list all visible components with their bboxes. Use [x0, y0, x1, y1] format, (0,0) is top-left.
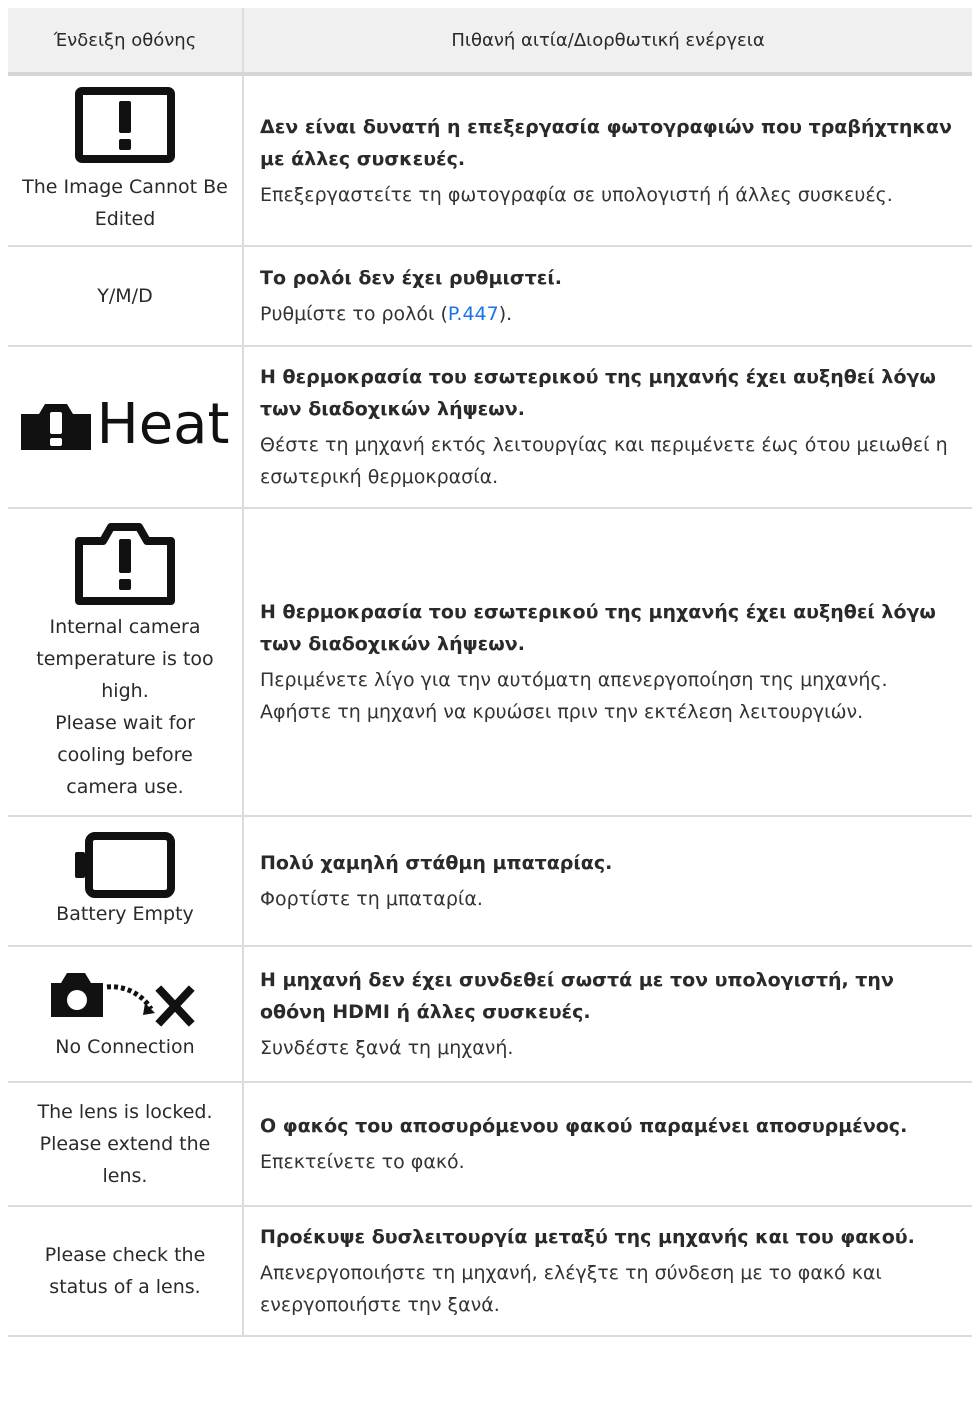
cause-cell: Προέκυψε δυσλειτουργία μεταξύ της μηχανή… — [243, 1206, 972, 1337]
display-cell: No Connection — [8, 946, 244, 1083]
table-row: Heat Η θερμοκρασία του εσωτερικού της μη… — [8, 346, 972, 509]
cause-cell: Η θερμοκρασία του εσωτερικού της μηχανής… — [243, 346, 972, 509]
error-message-table: Ένδειξη οθόνης Πιθανή αιτία/Διορθωτική ε… — [8, 8, 972, 1337]
action-text: Περιμένετε λίγο για την αυτόματη απενεργ… — [260, 669, 888, 691]
warning-screen-icon — [75, 86, 175, 163]
heat-display: Heat — [20, 391, 230, 457]
header-screen-display: Ένδειξη οθόνης — [8, 8, 244, 76]
cause-text: Η θερμοκρασία του εσωτερικού της μηχανής… — [260, 366, 936, 420]
display-cell: Y/M/D — [8, 246, 244, 347]
display-text: lens. — [102, 1165, 148, 1187]
header-cause-action: Πιθανή αιτία/Διορθωτική ενέργεια — [243, 8, 972, 76]
action-text: Συνδέστε ξανά τη μηχανή. — [260, 1037, 514, 1059]
heat-warning-icon — [20, 403, 91, 450]
table-row: Please check the status of a lens. Προέκ… — [8, 1206, 972, 1337]
display-cell: Battery Empty — [8, 816, 244, 947]
cause-text: Η μηχανή δεν έχει συνδεθεί σωστά με τον … — [260, 969, 894, 1023]
cause-text: Δεν είναι δυνατή η επεξεργασία φωτογραφι… — [260, 115, 952, 170]
no-connection-icon — [51, 973, 195, 1027]
cause-cell: Το ρολόι δεν έχει ρυθμιστεί. Ρυθμίστε το… — [243, 246, 972, 347]
display-cell: Heat — [8, 346, 244, 509]
table-row: The Image Cannot Be Edited Δεν είναι δυν… — [8, 74, 972, 247]
cause-cell: Πολύ χαμηλή στάθμη μπαταρίας. Φορτίστε τ… — [243, 816, 972, 947]
cause-cell: Η θερμοκρασία του εσωτερικού της μηχανής… — [243, 508, 972, 817]
display-text: Please check the — [44, 1244, 206, 1266]
display-text: cooling before — [57, 744, 193, 766]
display-text: Please extend the — [39, 1133, 211, 1155]
display-text: temperature is too — [36, 648, 214, 670]
table-row: Battery Empty Πολύ χαμηλή στάθμη μπαταρί… — [8, 816, 972, 947]
table-row: Internal camera temperature is too high.… — [8, 508, 972, 817]
display-text: camera use. — [66, 776, 184, 798]
cause-cell: Η μηχανή δεν έχει συνδεθεί σωστά με τον … — [243, 946, 972, 1083]
display-text: high. — [101, 680, 149, 702]
cause-text: Πολύ χαμηλή στάθμη μπαταρίας. — [260, 852, 613, 874]
display-cell: Internal camera temperature is too high.… — [8, 508, 244, 817]
action-text: Ρυθμίστε το ρολόι (P.447). — [260, 298, 960, 330]
action-text: Θέστε τη μηχανή εκτός λειτουργίας και πε… — [260, 434, 948, 488]
action-text: Φορτίστε τη μπαταρία. — [260, 888, 483, 910]
display-text-block: Internal camera temperature is too high.… — [16, 611, 234, 803]
table-row: No Connection Η μηχανή δεν έχει συνδεθεί… — [8, 946, 972, 1083]
heat-label: Heat — [96, 391, 230, 457]
cause-text: Το ρολόι δεν έχει ρυθμιστεί. — [260, 267, 562, 289]
display-text: Y/M/D — [97, 285, 153, 307]
display-cell: The lens is locked. Please extend the le… — [8, 1082, 244, 1207]
display-text: Internal camera — [49, 616, 201, 638]
display-text: Please wait for — [55, 712, 195, 734]
camera-warning-icon — [75, 523, 175, 605]
cause-text: Η θερμοκρασία του εσωτερικού της μηχανής… — [260, 601, 936, 655]
action-text: Επεξεργαστείτε τη φωτογραφία σε υπολογισ… — [260, 183, 893, 206]
display-text: status of a lens. — [49, 1276, 201, 1298]
display-text: The Image Cannot Be Edited — [22, 175, 228, 230]
action-text-post: ). — [498, 303, 513, 325]
cause-text: Προέκυψε δυσλειτουργία μεταξύ της μηχανή… — [260, 1226, 915, 1248]
action-text: Επεκτείνετε το φακό. — [260, 1151, 465, 1173]
table-header-row: Ένδειξη οθόνης Πιθανή αιτία/Διορθωτική ε… — [8, 8, 972, 76]
cause-text: Ο φακός του αποσυρόμενου φακού παραμένει… — [260, 1115, 908, 1137]
table-row: Y/M/D Το ρολόι δεν έχει ρυθμιστεί. Ρυθμί… — [8, 246, 972, 347]
table-row: The lens is locked. Please extend the le… — [8, 1082, 972, 1207]
action-text: Αφήστε τη μηχανή να κρυώσει πριν την εκτ… — [260, 701, 864, 723]
display-text: Battery Empty — [56, 903, 194, 925]
page-link[interactable]: P.447 — [448, 303, 499, 325]
cause-cell: Ο φακός του αποσυρόμενου φακού παραμένει… — [243, 1082, 972, 1207]
display-text: The lens is locked. — [37, 1101, 213, 1123]
display-cell: Please check the status of a lens. — [8, 1206, 244, 1337]
action-text-pre: Ρυθμίστε το ρολόι ( — [260, 303, 448, 325]
cause-cell: Δεν είναι δυνατή η επεξεργασία φωτογραφι… — [243, 74, 972, 247]
battery-empty-icon — [75, 832, 175, 898]
display-text: No Connection — [55, 1036, 195, 1058]
display-cell: The Image Cannot Be Edited — [8, 74, 244, 247]
action-text: Απενεργοποιήστε τη μηχανή, ελέγξτε τη σύ… — [260, 1262, 882, 1316]
